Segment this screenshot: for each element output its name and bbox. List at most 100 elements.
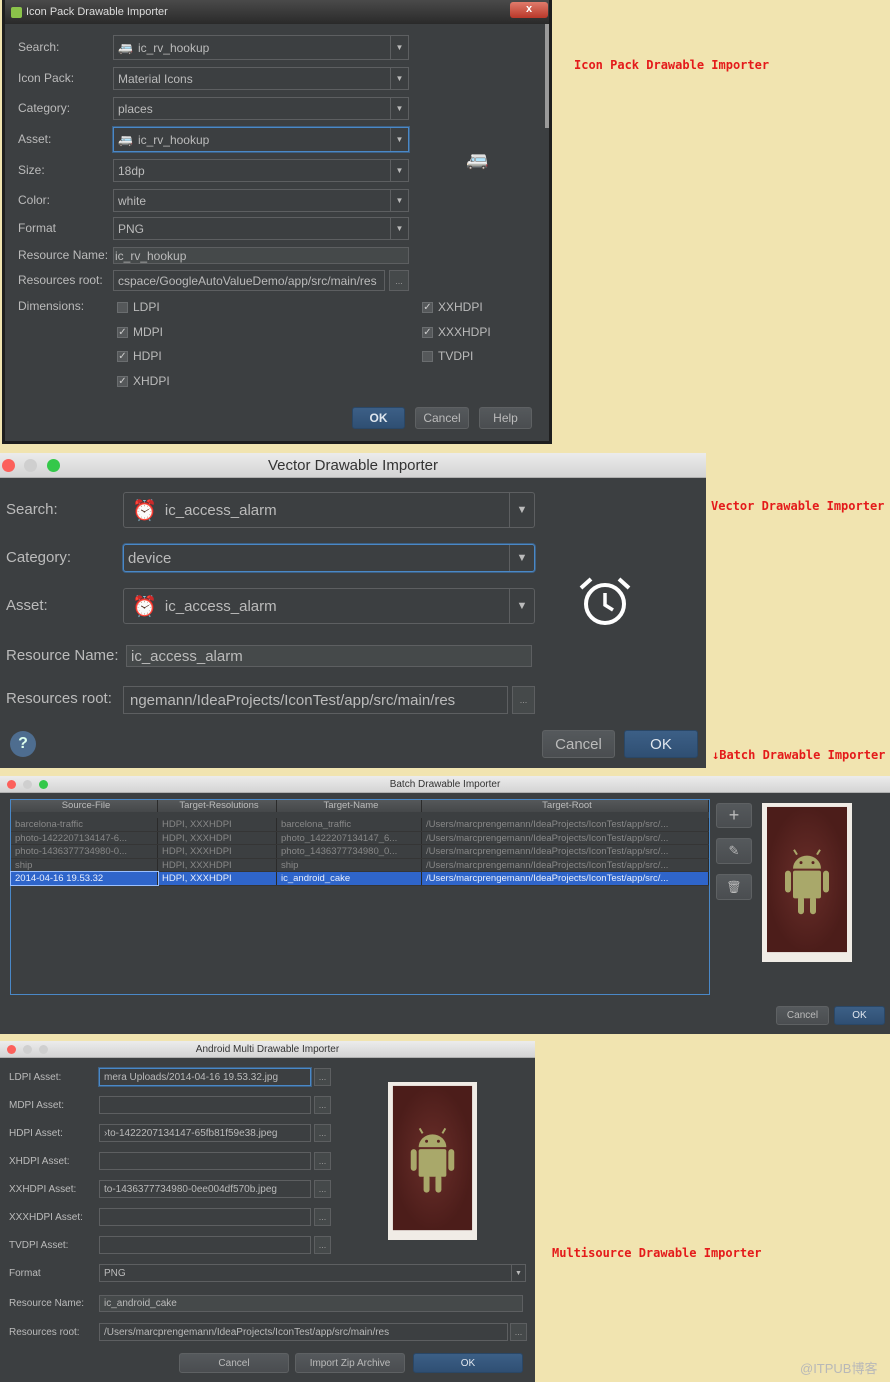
tvdpi-browse-button[interactable]: ... — [314, 1236, 331, 1254]
cancel-button[interactable]: Cancel — [776, 1006, 829, 1025]
browse-button[interactable]: ... — [389, 270, 409, 291]
xxhdpi-browse-button[interactable]: ... — [314, 1180, 331, 1198]
zoom-window-button[interactable] — [39, 780, 48, 789]
table-row[interactable]: 2014-04-16 19.53.32 HDPI, XXXHDPI ic_andro… — [10, 871, 709, 886]
zoom-window-button[interactable] — [39, 1045, 48, 1054]
add-button[interactable]: + — [716, 803, 752, 828]
ok-button[interactable]: OK — [352, 407, 405, 429]
mdpi-asset-input[interactable] — [99, 1096, 311, 1114]
checkbox-box[interactable] — [117, 301, 128, 313]
chevron-down-icon[interactable]: ▼ — [509, 545, 534, 571]
asset-combo[interactable]: ⏰ ic_access_alarm ▼ — [123, 588, 535, 624]
checkbox-box[interactable]: ✓ — [422, 301, 433, 313]
chevron-down-icon[interactable]: ▼ — [390, 128, 408, 151]
asset-combo[interactable]: 🚐 ic_rv_hookup ▼ — [113, 127, 409, 152]
tvdpi-asset-input[interactable] — [99, 1236, 311, 1254]
minimize-window-button[interactable] — [24, 459, 37, 472]
table-row[interactable]: barcelona-traffic HDPI, XXXHDPI barcelona_… — [11, 818, 709, 832]
table-row[interactable]: ship HDPI, XXXHDPI ship/Users/marcprengema… — [11, 858, 709, 872]
format-combo[interactable]: PNG ▼ — [113, 217, 409, 240]
column-source-file[interactable]: Source-File — [11, 800, 158, 812]
table-cell: /Users/marcprengemann/IdeaProjects/IconT… — [422, 872, 709, 885]
ok-button[interactable]: OK — [834, 1006, 885, 1025]
category-combo[interactable]: places ▼ — [113, 97, 409, 120]
close-button[interactable]: x — [510, 2, 548, 18]
checkbox-box[interactable]: ✓ — [117, 326, 128, 338]
checkbox-mdpi[interactable]: ✓ MDPI — [117, 325, 163, 339]
chevron-down-icon[interactable]: ▼ — [509, 493, 534, 527]
chevron-down-icon[interactable]: ▼ — [509, 589, 534, 623]
xhdpi-browse-button[interactable]: ... — [314, 1152, 331, 1170]
checkbox-hdpi[interactable]: ✓ HDPI — [117, 349, 162, 363]
help-button[interactable]: Help — [479, 407, 532, 429]
close-window-button[interactable] — [7, 1045, 16, 1054]
browse-button[interactable]: ... — [510, 1323, 527, 1341]
close-window-button[interactable] — [2, 459, 15, 472]
hdpi-asset-input[interactable]: ›to-1422207134147-65fb81f59e38.jpeg — [99, 1124, 311, 1142]
ok-button[interactable]: OK — [624, 730, 698, 758]
import-zip-archive-button[interactable]: Import Zip Archive — [295, 1353, 405, 1373]
cancel-button[interactable]: Cancel — [542, 730, 615, 758]
resources-root-input[interactable]: cspace/GoogleAutoValueDemo/app/src/main/… — [113, 270, 385, 291]
cancel-button[interactable]: Cancel — [179, 1353, 289, 1373]
xxhdpi-asset-input[interactable]: to-1436377734980-0ee004df570b.jpeg — [99, 1180, 311, 1198]
resource-name-input[interactable]: ic_access_alarm — [126, 645, 532, 667]
chevron-down-icon[interactable]: ▼ — [390, 36, 408, 59]
xxxhdpi-browse-button[interactable]: ... — [314, 1208, 331, 1226]
size-combo[interactable]: 18dp ▼ — [113, 159, 409, 182]
help-button[interactable]: ? — [10, 731, 36, 757]
chevron-down-icon[interactable]: ▼ — [511, 1265, 525, 1281]
search-combo[interactable]: 🚐 ic_rv_hookup ▼ — [113, 35, 409, 60]
column-target-resolutions[interactable]: Target-Resolutions — [158, 800, 277, 812]
minimize-window-button[interactable] — [23, 1045, 32, 1054]
column-target-root[interactable]: Target-Root — [422, 800, 709, 812]
hdpi-browse-button[interactable]: ... — [314, 1124, 331, 1142]
chevron-down-icon[interactable]: ▼ — [390, 98, 408, 119]
table-row[interactable]: photo-1436377734980-0... HDPI, XXXHDPI pho… — [11, 845, 709, 859]
chevron-down-icon[interactable]: ▼ — [390, 190, 408, 211]
color-combo[interactable]: white ▼ — [113, 189, 409, 212]
chevron-down-icon[interactable]: ▼ — [390, 218, 408, 239]
icon-pack-combo[interactable]: Material Icons ▼ — [113, 67, 409, 90]
resources-root-input[interactable]: /Users/marcprengemann/IdeaProjects/IconT… — [99, 1323, 508, 1341]
category-combo[interactable]: device ▼ — [123, 544, 535, 572]
checkbox-ldpi[interactable]: LDPI — [117, 300, 160, 314]
checkbox-box[interactable]: ✓ — [117, 350, 128, 362]
minimize-window-button[interactable] — [23, 780, 32, 789]
ldpi-asset-input[interactable]: mera Uploads/2014-04-16 19.53.32.jpg — [99, 1068, 311, 1086]
xhdpi-asset-input[interactable] — [99, 1152, 311, 1170]
resource-name-input[interactable]: ic_rv_hookup — [113, 247, 409, 264]
checkbox-box[interactable]: ✓ — [422, 326, 433, 338]
browse-button[interactable]: ... — [512, 686, 535, 714]
table-row[interactable]: photo-1422207134147-6... HDPI, XXXHDPI pho… — [11, 831, 709, 845]
search-combo[interactable]: ⏰ ic_access_alarm ▼ — [123, 492, 535, 528]
ldpi-asset-label: LDPI Asset: — [9, 1072, 62, 1083]
checkbox-tvdpi[interactable]: TVDPI — [422, 349, 473, 363]
close-window-button[interactable] — [7, 780, 16, 789]
ldpi-browse-button[interactable]: ... — [314, 1068, 331, 1086]
checkbox-xxxhdpi[interactable]: ✓ XXXHDPI — [422, 325, 491, 339]
chevron-down-icon[interactable]: ▼ — [390, 160, 408, 181]
plus-icon: + — [728, 805, 740, 825]
edit-button[interactable]: ✎ — [716, 838, 752, 864]
delete-button[interactable]: 🗑 — [716, 874, 752, 900]
checkbox-box[interactable]: ✓ — [117, 375, 128, 387]
format-label: Format — [18, 221, 57, 235]
column-target-name[interactable]: Target-Name — [277, 800, 422, 812]
format-combo[interactable]: PNG ▼ — [99, 1264, 526, 1282]
category-value: device — [128, 549, 172, 567]
resource-name-input[interactable]: ic_android_cake — [99, 1295, 523, 1312]
cancel-button[interactable]: Cancel — [415, 407, 469, 429]
scrollbar[interactable] — [545, 24, 549, 128]
zoom-window-button[interactable] — [47, 459, 60, 472]
chevron-down-icon[interactable]: ▼ — [390, 68, 408, 89]
asset-value: ic_access_alarm — [164, 597, 277, 615]
xxxhdpi-asset-input[interactable] — [99, 1208, 311, 1226]
checkbox-box[interactable] — [422, 350, 433, 362]
mdpi-browse-button[interactable]: ... — [314, 1096, 331, 1114]
resources-root-input[interactable]: ngemann/IdeaProjects/IconTest/app/src/ma… — [123, 686, 508, 714]
table-header: Source-File Target-Resolutions Target-Na… — [11, 800, 709, 812]
checkbox-xxhdpi[interactable]: ✓ XXHDPI — [422, 300, 483, 314]
checkbox-xhdpi[interactable]: ✓ XHDPI — [117, 374, 170, 388]
ok-button[interactable]: OK — [413, 1353, 523, 1373]
